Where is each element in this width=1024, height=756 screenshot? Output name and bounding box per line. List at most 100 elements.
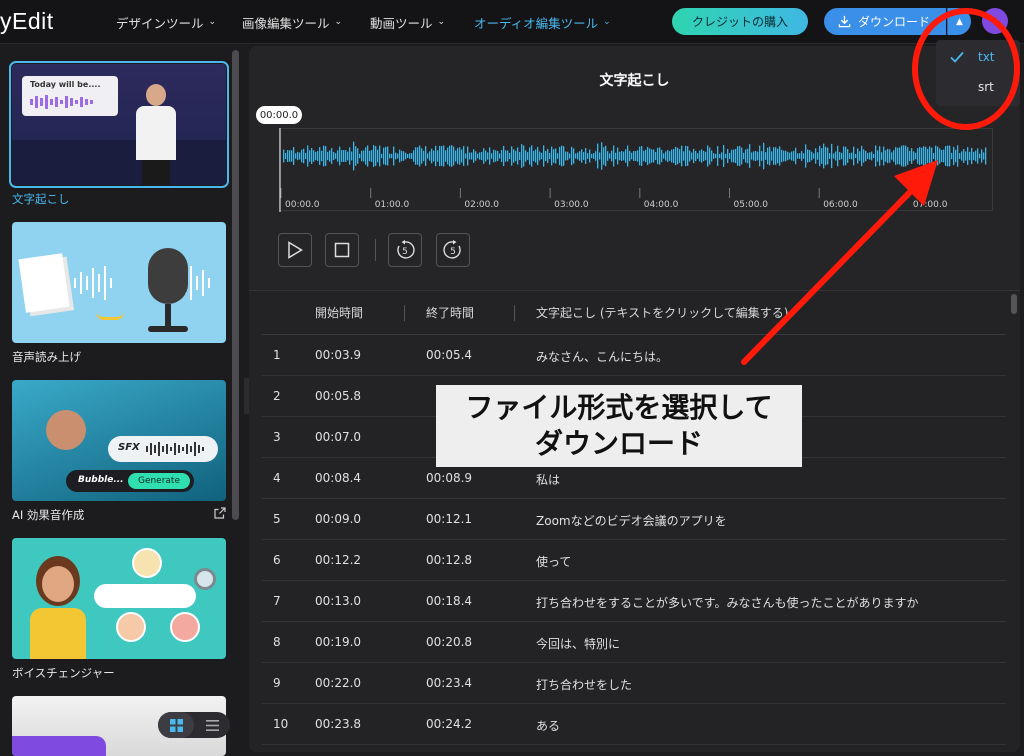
- table-scrollbar[interactable]: [1011, 294, 1017, 314]
- waveform-bar: [605, 145, 607, 167]
- tool-card-voice-changer[interactable]: ボイスチェンジャー: [12, 538, 226, 681]
- waveform-bar: [325, 146, 327, 166]
- waveform-bar: [489, 147, 491, 165]
- waveform-bar: [321, 150, 323, 162]
- waveform-bar: [327, 151, 329, 161]
- card-label: 音声読み上げ: [12, 349, 226, 365]
- nav-video-tools[interactable]: 動画ツール ⌄: [370, 0, 445, 44]
- waveform-bar: [957, 145, 959, 167]
- waveform-bar: [679, 149, 681, 163]
- waveform-bar: [473, 149, 475, 163]
- transcript-text-cell[interactable]: Zoomなどのビデオ会議のアプリを: [536, 512, 727, 529]
- table-row[interactable]: 8 00:19.0 00:20.8 今回は、特別に: [262, 622, 1006, 663]
- grid-view-button[interactable]: [158, 712, 194, 738]
- download-icon: [838, 15, 851, 28]
- waveform-bar: [793, 150, 795, 162]
- buy-credits-button[interactable]: クレジットの購入: [672, 8, 808, 35]
- waveform-bar: [731, 149, 733, 163]
- voice-changer-thumbnail: [12, 538, 226, 659]
- header-divider: [514, 305, 515, 321]
- forward-seconds: 5: [450, 247, 456, 257]
- current-time-bubble: 00:00.0: [256, 106, 302, 124]
- waveform-bar: [407, 153, 409, 159]
- waveform-bar: [975, 150, 977, 162]
- waveform-bar: [507, 150, 509, 162]
- sidebar-scrollbar[interactable]: [232, 50, 239, 520]
- transcript-text-cell[interactable]: 私は: [536, 471, 560, 488]
- nav-audio-edit-tools[interactable]: オーディオ編集ツール ⌄: [474, 0, 611, 44]
- external-link-icon[interactable]: [214, 507, 226, 519]
- table-row[interactable]: 6 00:12.2 00:12.8 使って: [262, 540, 1006, 581]
- transcript-text-cell[interactable]: みなさん、こんにちは。: [536, 348, 668, 365]
- waveform-bar: [457, 148, 459, 164]
- tts-thumbnail: [12, 222, 226, 343]
- waveform-bar: [301, 149, 303, 163]
- waveform-bar: [329, 150, 331, 162]
- rewind-5-button[interactable]: 5: [388, 233, 422, 267]
- waveform-bar: [421, 148, 423, 164]
- row-number: 5: [273, 512, 281, 526]
- waveform-bar: [561, 145, 563, 167]
- transcript-text-cell[interactable]: 使って: [536, 553, 571, 570]
- tool-card-ai-sound-effects[interactable]: SFX Bubble... Generate AI 効果音作成: [12, 380, 226, 523]
- waveform-bar: [741, 147, 743, 165]
- waveform-bar: [695, 150, 697, 162]
- table-row[interactable]: 5 00:09.0 00:12.1 Zoomなどのビデオ会議のアプリを: [262, 499, 1006, 540]
- waveform-bar: [435, 145, 437, 167]
- waveform-bar: [335, 153, 337, 159]
- list-view-button[interactable]: [194, 712, 230, 738]
- table-row[interactable]: 10 00:23.8 00:24.2 ある: [262, 704, 1006, 745]
- start-time-cell: 00:08.4: [315, 471, 362, 485]
- audio-waveform[interactable]: 00:00.0 01:00.0 02:00.0 03:00.0 04:00.0 05:00…: [279, 128, 993, 212]
- waveform-bar: [811, 151, 813, 161]
- tool-card-transcription[interactable]: Today will be.... 文字起こし: [9, 61, 229, 207]
- end-time-cell: 00:08.9: [426, 471, 473, 485]
- waveform-bar: [973, 151, 975, 161]
- waveform-bar: [853, 146, 855, 166]
- tool-card-text-to-speech[interactable]: 音声読み上げ: [12, 222, 226, 365]
- nav-image-edit-tools[interactable]: 画像編集ツール ⌄: [242, 0, 342, 44]
- waveform-bar: [591, 153, 593, 159]
- sfx-card: SFX: [108, 436, 218, 462]
- waveform-bar: [465, 153, 467, 159]
- waveform-bar: [563, 146, 565, 166]
- forward-5-button[interactable]: 5: [436, 233, 470, 267]
- transcript-text-cell[interactable]: 打ち合わせをすることが多いです。みなさんも使ったことがありますか: [536, 594, 918, 611]
- waveform-bar: [707, 145, 709, 167]
- waveform-bar: [925, 146, 927, 166]
- waveform-bar: [977, 148, 979, 164]
- waveform-bar: [967, 147, 969, 165]
- waveform-bar: [903, 145, 905, 167]
- waveform-bar: [573, 148, 575, 164]
- waveform-bar: [511, 146, 513, 166]
- nav-design-tools[interactable]: デザインツール ⌄: [116, 0, 216, 44]
- waveform-bar: [985, 147, 987, 165]
- waveform-bar: [417, 147, 419, 165]
- play-button[interactable]: [278, 233, 312, 267]
- waveform-bar: [551, 146, 553, 166]
- stop-button[interactable]: [325, 233, 359, 267]
- sfx-thumbnail: SFX Bubble... Generate: [12, 380, 226, 501]
- waveform-bar: [699, 150, 701, 162]
- waveform-bar: [959, 153, 961, 159]
- waveform-bar: [609, 153, 611, 159]
- table-row[interactable]: 7 00:13.0 00:18.4 打ち合わせをすることが多いです。みなさんも使ったこ…: [262, 581, 1006, 622]
- waveform-bar: [781, 149, 783, 163]
- waveform-bar: [981, 149, 983, 163]
- waveform-bar: [663, 153, 665, 159]
- transcript-text-cell[interactable]: 打ち合わせをした: [536, 676, 632, 693]
- table-row[interactable]: 1 00:03.9 00:05.4 みなさん、こんにちは。: [262, 335, 1006, 376]
- start-time-cell: 00:07.0: [315, 430, 362, 444]
- waveform-bar: [349, 147, 351, 165]
- waveform-bar: [523, 145, 525, 167]
- waveform-bar: [937, 146, 939, 166]
- app-logo[interactable]: yEdit: [0, 8, 54, 35]
- table-row[interactable]: 9 00:22.0 00:23.4 打ち合わせをした: [262, 663, 1006, 704]
- transcript-text-cell[interactable]: 今回は、特別に: [536, 635, 620, 652]
- transcript-text-cell[interactable]: ある: [536, 717, 560, 734]
- waveform-bar: [785, 150, 787, 162]
- waveform-bar: [953, 146, 955, 166]
- waveform-bar: [535, 149, 537, 163]
- nav-label: 動画ツール: [370, 15, 433, 31]
- timeline-ticks: 00:00.0 01:00.0 02:00.0 03:00.0 04:00.0 05:00…: [280, 188, 948, 210]
